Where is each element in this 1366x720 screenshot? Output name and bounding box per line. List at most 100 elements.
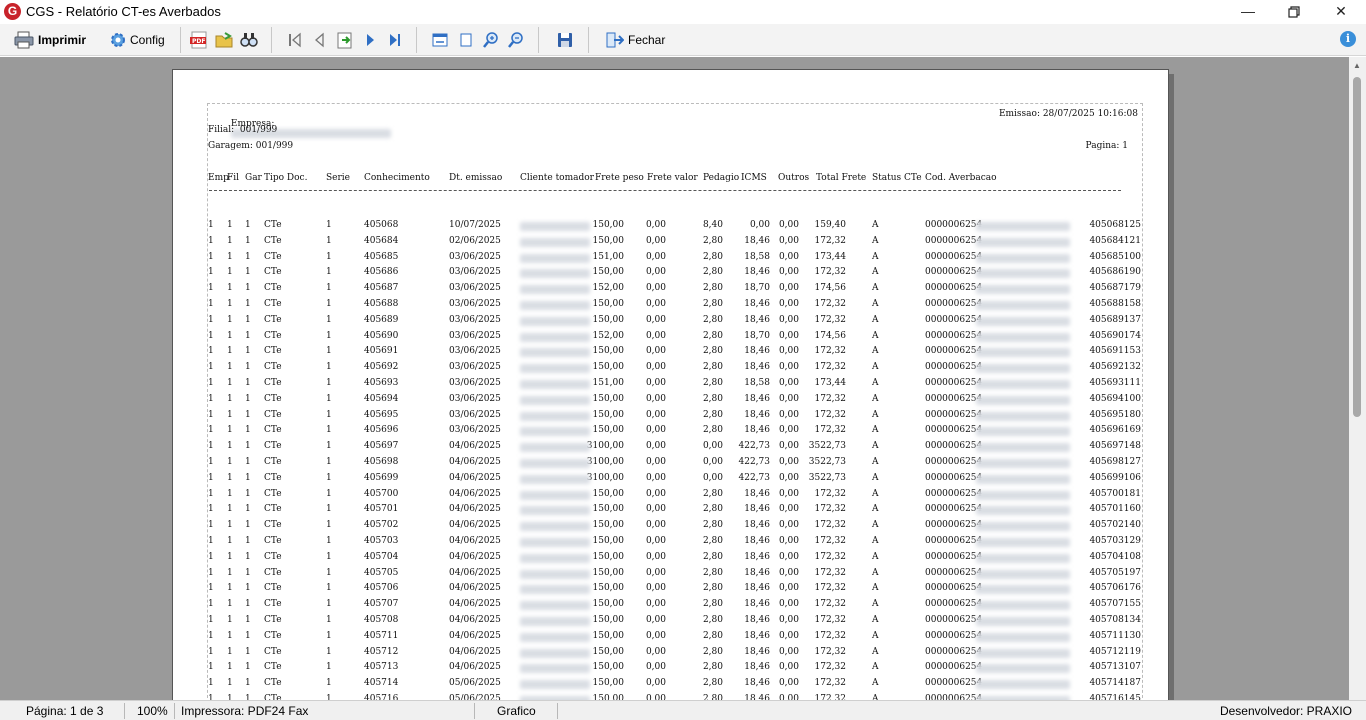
table-cell: 0,00 — [778, 662, 799, 673]
go-to-page-icon[interactable] — [336, 31, 354, 49]
scroll-up-icon[interactable]: ▲ — [1353, 61, 1361, 70]
table-cell: 1 — [208, 488, 214, 499]
table-cell: 173,44 — [814, 251, 847, 262]
table-cell: CTe — [264, 346, 282, 357]
table-cell: 1 — [326, 520, 332, 531]
table-cell: 0000006254 — [925, 583, 983, 594]
table-cell: 04/06/2025 — [449, 646, 501, 657]
scroll-thumb[interactable] — [1353, 77, 1361, 417]
print-button[interactable]: Imprimir — [14, 29, 86, 51]
report-page: Empresa: Emissao: 28/07/2025 10:16:08 Fi… — [172, 69, 1169, 700]
vertical-scrollbar[interactable]: ▲ — [1349, 57, 1366, 700]
status-divider — [557, 703, 558, 719]
close-window-button[interactable]: ✕ — [1318, 0, 1364, 24]
table-cell: 0,00 — [778, 567, 799, 578]
table-cell: 405068 — [364, 220, 399, 230]
table-cell: 2,80 — [702, 393, 723, 404]
table-cell: 150,00 — [592, 583, 625, 594]
table-cell: 02/06/2025 — [449, 235, 501, 246]
first-page-icon[interactable] — [286, 31, 304, 49]
table-cell: 03/06/2025 — [449, 267, 501, 278]
next-page-icon[interactable] — [361, 31, 379, 49]
table-cell: 1 — [227, 235, 233, 246]
table-cell: 405711 — [364, 630, 399, 641]
table-cell: 04/06/2025 — [449, 488, 501, 499]
find-icon[interactable] — [240, 31, 258, 49]
table-cell: 1 — [326, 583, 332, 594]
table-cell: A — [872, 330, 879, 341]
table-cell: 405695180 — [1089, 409, 1141, 420]
table-cell: 0000006254 — [925, 362, 983, 373]
table-cell: 172,32 — [814, 630, 847, 641]
save-icon[interactable] — [556, 31, 574, 49]
table-cell: 1 — [227, 267, 233, 278]
status-divider — [124, 703, 125, 719]
table-cell: CTe — [264, 599, 282, 610]
column-header: Frete valor — [647, 173, 698, 183]
table-cell: CTe — [264, 393, 282, 404]
title-bar: G CGS - Relatório CT-es Averbados — ✕ — [0, 0, 1366, 24]
last-page-icon[interactable] — [386, 31, 404, 49]
restore-icon — [1288, 6, 1300, 18]
previous-page-icon[interactable] — [311, 31, 329, 49]
config-button[interactable]: Config — [110, 29, 165, 51]
table-cell: 03/06/2025 — [449, 393, 501, 404]
table-cell: 1 — [208, 551, 214, 562]
table-cell: 18,46 — [744, 267, 770, 278]
redacted-client-name — [520, 364, 590, 374]
table-cell: 405693111 — [1089, 378, 1141, 388]
whole-page-icon[interactable] — [457, 31, 475, 49]
minimize-button[interactable]: — — [1225, 0, 1271, 24]
table-cell: 405701 — [364, 504, 399, 515]
table-cell: 152,00 — [592, 330, 625, 341]
table-cell: 1 — [208, 378, 214, 388]
zoom-out-icon[interactable] — [507, 31, 525, 49]
table-cell: 0000006254 — [925, 425, 983, 436]
table-cell: CTe — [264, 330, 282, 341]
info-icon[interactable]: i — [1340, 31, 1356, 47]
toolbar-divider — [271, 27, 272, 53]
page-width-icon[interactable] — [431, 31, 449, 49]
pdf-icon[interactable]: PDF — [190, 31, 208, 49]
table-cell: 2,80 — [702, 551, 723, 562]
table-cell: 405697 — [364, 441, 399, 452]
table-cell: 1 — [245, 662, 251, 673]
table-cell: 1 — [208, 599, 214, 610]
zoom-in-icon[interactable] — [482, 31, 500, 49]
table-cell: 422,73 — [738, 457, 771, 467]
table-cell: A — [872, 646, 879, 657]
table-cell: 150,00 — [592, 551, 625, 562]
table-cell: 1 — [326, 283, 332, 294]
redacted-client-name — [520, 506, 590, 516]
column-header: Cod. Averbacao — [925, 173, 997, 183]
table-cell: 0,00 — [778, 425, 799, 436]
table-cell: 0000006254 — [925, 378, 983, 388]
table-cell: 18,46 — [744, 488, 770, 499]
table-cell: 174,56 — [814, 283, 847, 294]
table-cell: 18,46 — [744, 362, 770, 373]
table-cell: 2,80 — [702, 567, 723, 578]
table-cell: 1 — [245, 220, 251, 230]
table-cell: 150,00 — [592, 346, 625, 357]
table-cell: 1 — [208, 425, 214, 436]
table-cell: 405698127 — [1089, 457, 1141, 467]
maximize-button[interactable] — [1271, 0, 1317, 24]
table-cell: 0,00 — [778, 646, 799, 657]
table-cell: 2,80 — [702, 235, 723, 246]
table-cell: 1 — [208, 220, 214, 230]
table-cell: 405703129 — [1089, 536, 1141, 546]
table-cell: 1 — [227, 520, 233, 531]
table-cell: 04/06/2025 — [449, 630, 501, 641]
table-cell: 0,00 — [778, 346, 799, 357]
table-cell: 1 — [245, 378, 251, 388]
open-folder-icon[interactable] — [215, 31, 233, 49]
table-cell: A — [872, 457, 879, 467]
close-report-button[interactable]: Fechar — [606, 29, 665, 51]
table-row: 1 1 1 CTe 1 405699 04/06/2025 3100,00 0,00 0,00 42… — [208, 473, 1144, 489]
table-cell: 405713 — [364, 662, 399, 673]
table-cell: 0,00 — [778, 283, 799, 294]
table-cell: 0,00 — [778, 314, 799, 325]
table-cell: A — [872, 346, 879, 357]
table-cell: 1 — [208, 314, 214, 325]
table-cell: 0,00 — [778, 299, 799, 309]
